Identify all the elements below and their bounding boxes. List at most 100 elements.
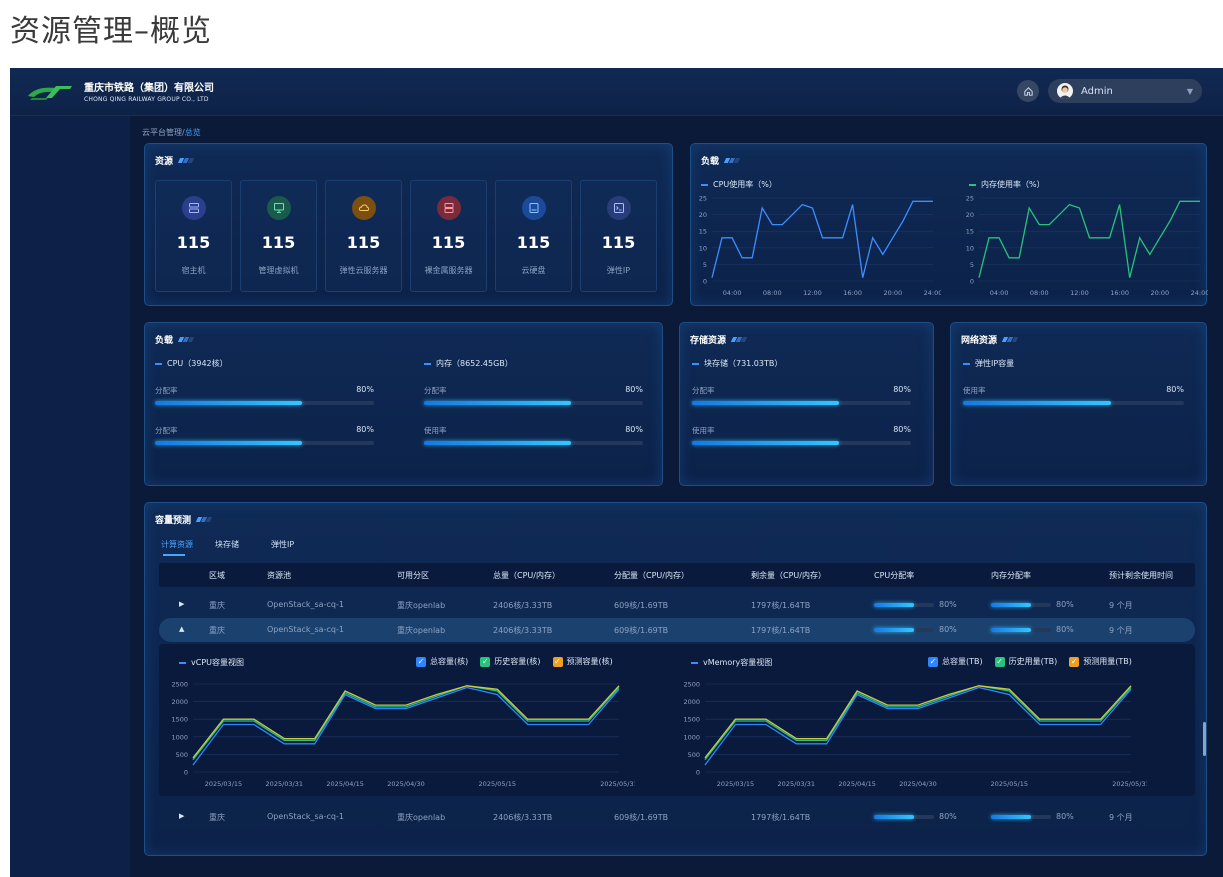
forecast-title-text: 容量预测 xyxy=(155,516,192,526)
resource-item-eip[interactable]: 115 弹性IP xyxy=(580,180,657,292)
legend-forecast[interactable]: ✓ 预测容量(核) xyxy=(552,656,613,667)
monitor-icon xyxy=(267,196,291,220)
mem-rate-percent: 80% xyxy=(1056,812,1074,821)
mem-header-text: 内存（8652.45GB） xyxy=(436,359,513,368)
resource-item-ecs[interactable]: 115 弹性云服务器 xyxy=(325,180,402,292)
x-tick-label: 12:00 xyxy=(1070,289,1089,297)
legend-total[interactable]: ✓ 总容量(TB) xyxy=(928,656,983,667)
title-deco-icon xyxy=(1001,337,1019,342)
tab-elastic-ip[interactable]: 弹性IP xyxy=(271,539,294,550)
collapse-arrow-icon[interactable]: ▲ xyxy=(179,625,184,633)
series-line xyxy=(704,685,1132,759)
network-header-text: 弹性IP容量 xyxy=(975,359,1015,368)
col-total: 总量（CPU/内存） xyxy=(493,571,560,580)
y-tick-label: 15 xyxy=(699,228,707,236)
resource-item-host[interactable]: 115 宿主机 xyxy=(155,180,232,292)
table-header: 区域 资源池 可用分区 总量（CPU/内存） 分配量（CPU/内存） 剩余量（C… xyxy=(159,563,1195,587)
x-tick-label: 2025/04/15 xyxy=(838,780,875,788)
expand-arrow-icon[interactable]: ▶ xyxy=(179,812,184,820)
mem-rate-percent: 80% xyxy=(1056,625,1074,634)
legend-history[interactable]: ✓ 历史用量(TB) xyxy=(994,656,1057,667)
legend-total[interactable]: ✓ 总容量(核) xyxy=(416,656,468,667)
home-button[interactable] xyxy=(1017,80,1039,102)
table-row[interactable]: ▶ 重庆 OpenStack_sa-cq-1 重庆openlab 2406核/3… xyxy=(159,593,1195,617)
progress-bar xyxy=(424,401,643,405)
user-name: Admin xyxy=(1081,85,1113,97)
cpu-usage-legend: CPU使用率（%） xyxy=(701,179,777,190)
storage-card-title: 存储资源 xyxy=(690,333,748,346)
x-tick-label: 16:00 xyxy=(1110,289,1129,297)
y-tick-label: 25 xyxy=(699,195,707,203)
cell-pool: OpenStack_sa-cq-1 xyxy=(267,600,344,609)
cell-region: 重庆 xyxy=(209,601,225,610)
checkbox-checked-icon: ✓ xyxy=(994,656,1005,667)
legend-text: 总容量(核) xyxy=(430,657,469,666)
cell-remain: 1797核/1.64TB xyxy=(751,813,811,822)
cell-alloc: 609核/1.69TB xyxy=(614,601,669,610)
scrollbar-thumb[interactable] xyxy=(1203,722,1206,756)
load-mid-title-text: 负载 xyxy=(155,336,174,346)
cell-time: 9 个月 xyxy=(1109,813,1133,822)
storage-title-text: 存储资源 xyxy=(690,336,727,346)
progress-bar xyxy=(963,401,1184,405)
x-tick-label: 2025/03/15 xyxy=(205,780,242,788)
y-tick-label: 0 xyxy=(970,278,974,286)
resource-count: 115 xyxy=(601,233,636,252)
tab-block-storage[interactable]: 块存储 xyxy=(215,539,239,550)
resource-item-disk[interactable]: 115 云硬盘 xyxy=(495,180,572,292)
legend-history[interactable]: ✓ 历史容量(核) xyxy=(480,656,541,667)
load-card-title: 负载 xyxy=(155,333,195,346)
progress-fill xyxy=(155,441,302,445)
bar-percent: 80% xyxy=(356,425,374,434)
title-deco-icon xyxy=(177,337,195,342)
col-cpu-rate: CPU分配率 xyxy=(874,571,915,580)
storage-header-text: 块存储（731.03TB） xyxy=(704,359,783,368)
expand-arrow-icon[interactable]: ▶ xyxy=(179,600,184,608)
cell-total: 2406核/3.33TB xyxy=(493,601,553,610)
resource-item-vm[interactable]: 115 管理虚拟机 xyxy=(240,180,317,292)
table-row-expanded[interactable]: ▲ 重庆 OpenStack_sa-cq-1 重庆openlab 2406核/3… xyxy=(159,618,1195,642)
y-tick-label: 1500 xyxy=(683,716,700,724)
series-line xyxy=(704,686,1132,766)
checkbox-checked-icon: ✓ xyxy=(1069,656,1080,667)
cell-pool: OpenStack_sa-cq-1 xyxy=(267,812,344,821)
x-tick-label: 2025/05/31 xyxy=(600,780,635,788)
y-tick-label: 0 xyxy=(696,769,700,777)
table-row[interactable]: ▶ 重庆 OpenStack_sa-cq-1 重庆openlab 2406核/3… xyxy=(159,805,1195,829)
title-deco-icon xyxy=(723,158,741,163)
user-menu[interactable]: Admin ▼ xyxy=(1048,79,1202,103)
bar-label: 分配率 xyxy=(692,386,715,395)
cell-alloc: 609核/1.69TB xyxy=(614,626,669,635)
col-pool: 资源池 xyxy=(267,571,291,580)
resource-count: 115 xyxy=(431,233,466,252)
bar-percent: 80% xyxy=(625,425,643,434)
disk-icon xyxy=(522,196,546,220)
cell-zone: 重庆openlab xyxy=(397,813,446,822)
title-deco-icon xyxy=(730,337,748,342)
y-tick-label: 2000 xyxy=(171,698,188,706)
mem-rate-bar xyxy=(991,603,1051,607)
cell-total: 2406核/3.33TB xyxy=(493,813,553,822)
resource-label: 管理虚拟机 xyxy=(258,266,299,275)
terminal-icon xyxy=(607,196,631,220)
cpu-rate-fill xyxy=(874,603,914,607)
y-tick-label: 20 xyxy=(966,211,974,219)
network-title-text: 网络资源 xyxy=(961,336,998,346)
resource-item-bms[interactable]: 115 裸金属服务器 xyxy=(410,180,487,292)
col-mem-rate: 内存分配率 xyxy=(991,571,1031,580)
title-deco-icon xyxy=(177,158,195,163)
x-tick-label: 16:00 xyxy=(843,289,862,297)
sidebar xyxy=(10,116,130,877)
vcpu-capacity-chart: 0 500 1000 1500 2000 2500 2025/03/15 2025/03/31… xyxy=(171,681,635,789)
cpu-rate-fill xyxy=(874,628,914,632)
legend-forecast[interactable]: ✓ 预测用量(TB) xyxy=(1069,656,1132,667)
x-tick-label: 08:00 xyxy=(1030,289,1049,297)
tab-compute[interactable]: 计算资源 xyxy=(161,539,193,550)
breadcrumb-parent[interactable]: 云平台管理/ xyxy=(142,128,185,137)
cell-region: 重庆 xyxy=(209,626,225,635)
vcpu-legend: ✓ 总容量(核) ✓ 历史容量(核) ✓ 预测容量(核) xyxy=(404,656,613,667)
mem-usage-chart: 0 5 10 15 20 25 04:00 08:00 12:00 16:00 20:00 24:00 xyxy=(966,195,1208,298)
home-icon xyxy=(1023,86,1033,96)
bar-percent: 80% xyxy=(356,385,374,394)
cell-zone: 重庆openlab xyxy=(397,626,446,635)
